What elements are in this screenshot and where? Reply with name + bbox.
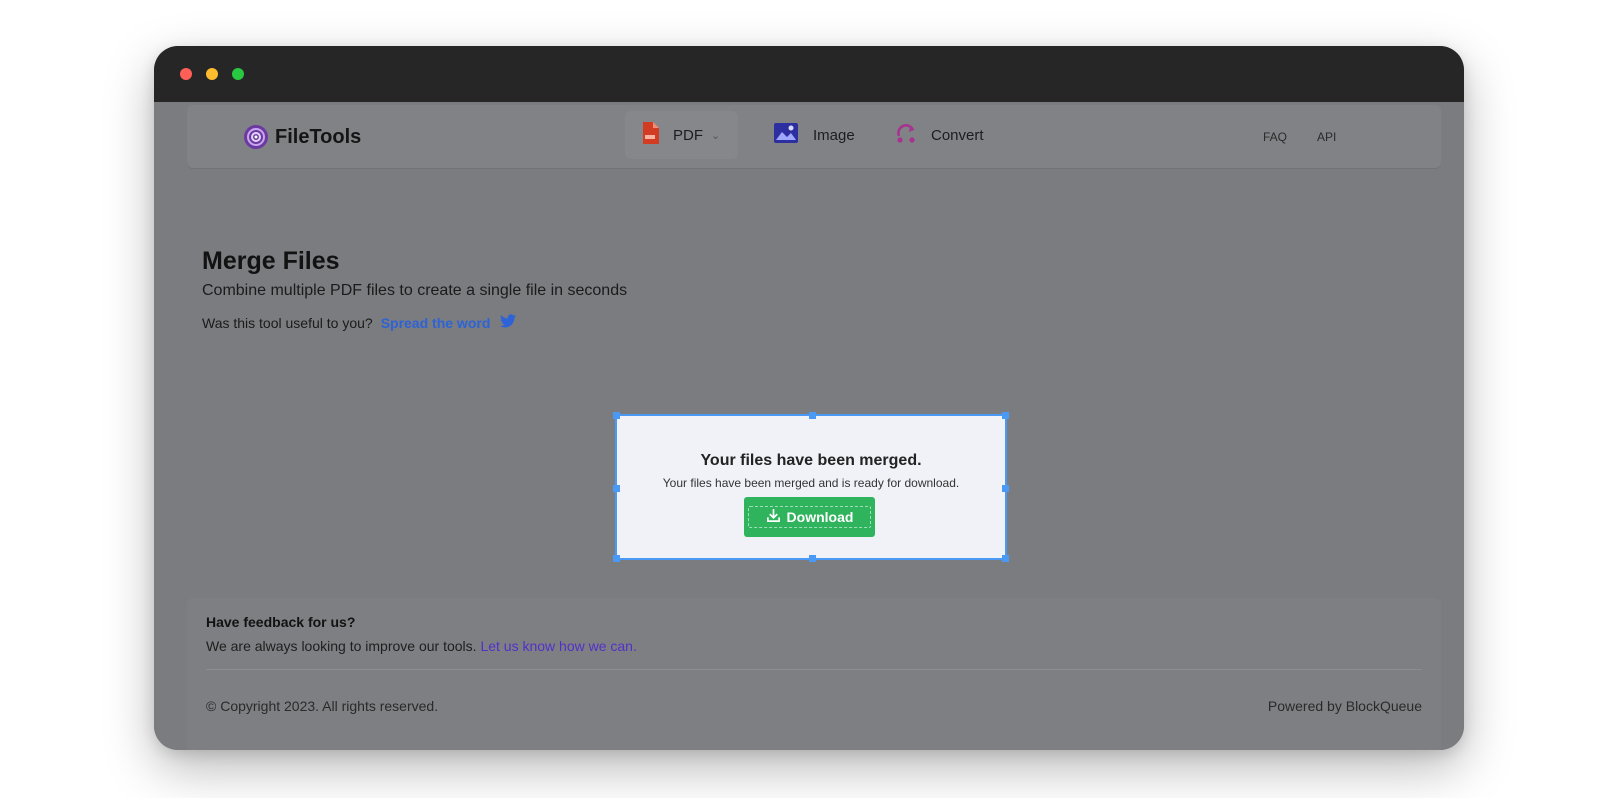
dialog-title: Your files have been merged. [700,452,922,469]
page-content: FileTools PDF ⌄ Image Convert FAQ API Me… [154,102,1464,750]
twitter-icon[interactable] [500,314,517,331]
footer: Have feedback for us? We are always look… [187,598,1441,750]
browser-window: FileTools PDF ⌄ Image Convert FAQ API Me… [154,46,1464,750]
logo-text: FileTools [275,125,362,148]
minimize-window-button[interactable] [206,68,218,80]
close-window-button[interactable] [180,68,192,80]
download-label: Download [786,509,854,525]
maximize-window-button[interactable] [232,68,244,80]
feedback-description: We are always looking to improve our too… [206,638,477,654]
resize-handle[interactable] [809,412,816,419]
resize-handle[interactable] [1002,412,1009,419]
chevron-down-icon: ⌄ [711,129,721,142]
download-icon [766,508,781,526]
download-button[interactable]: Download [744,497,875,537]
top-navigation: FileTools PDF ⌄ Image Convert FAQ API [187,105,1441,168]
merge-complete-dialog: Your files have been merged. Your files … [613,412,1009,562]
tab-pdf-label: PDF [673,126,703,144]
copyright-text: © Copyright 2023. All rights reserved. [206,698,439,714]
tab-image[interactable]: Image [773,111,855,159]
spread-the-word-link[interactable]: Spread the word [381,315,491,331]
pdf-file-icon [641,122,659,148]
tab-pdf[interactable]: PDF ⌄ [625,111,738,159]
tab-convert[interactable]: Convert [895,111,984,159]
resize-handle[interactable] [613,412,620,419]
share-prompt: Was this tool useful to you? Spread the … [202,314,517,331]
logo[interactable]: FileTools [243,123,361,151]
powered-by-text: Powered by BlockQueue [1267,698,1422,714]
footer-divider [206,669,1422,670]
useful-prompt-text: Was this tool useful to you? [202,314,373,331]
feedback-title: Have feedback for us? [206,614,356,630]
resize-handle[interactable] [809,555,816,562]
feedback-link[interactable]: Let us know how we can. [480,638,636,654]
image-icon [773,122,799,148]
page-title: Merge Files [202,247,340,275]
filetools-logo-icon [244,125,268,149]
resize-handle[interactable] [613,555,620,562]
api-link[interactable]: API [1317,130,1336,144]
dialog-message: Your files have been merged and is ready… [662,476,960,490]
convert-icon [895,122,917,148]
window-titlebar [154,46,1464,102]
page-subtitle: Combine multiple PDF files to create a s… [202,282,628,299]
feedback-text: We are always looking to improve our too… [206,638,637,654]
tab-convert-label: Convert [931,126,984,144]
tab-image-label: Image [813,126,855,144]
resize-handle[interactable] [1002,555,1009,562]
faq-link[interactable]: FAQ [1263,130,1287,144]
